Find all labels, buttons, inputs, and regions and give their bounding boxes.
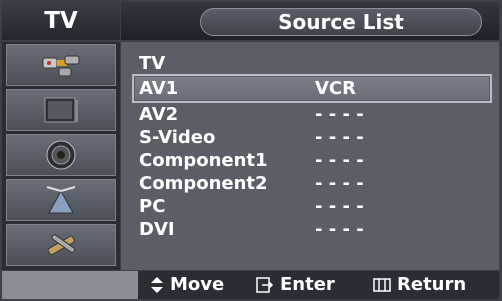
source-value: VCR <box>315 78 357 99</box>
enter-hint: Enter <box>256 271 335 299</box>
picture-icon <box>39 94 83 126</box>
source-name: PC <box>139 196 166 217</box>
sound-speaker-icon <box>39 138 83 172</box>
footer-bar: Move Enter Return <box>2 271 499 299</box>
source-item-component1[interactable]: Component1 - - - - <box>139 149 489 172</box>
mode-label: TV <box>2 2 120 40</box>
source-value: - - - - <box>315 219 364 240</box>
menu-title: Source List <box>200 8 482 36</box>
sidebar-item-picture[interactable] <box>6 89 116 131</box>
return-icon <box>373 278 391 292</box>
source-list: TV AV1 VCR AV2 - - - - S-Video - - - - C… <box>121 42 499 270</box>
source-item-s-video[interactable]: S-Video - - - - <box>139 126 489 149</box>
input-plug-icon <box>39 50 83 80</box>
source-item-tv[interactable]: TV <box>139 52 489 75</box>
source-value: - - - - <box>315 196 364 217</box>
source-name: AV2 <box>139 104 179 125</box>
enter-icon <box>256 277 274 293</box>
source-item-av1[interactable]: AV1 VCR <box>132 74 492 103</box>
footer-hints: Move Enter Return <box>138 271 499 299</box>
source-name: Component1 <box>139 150 268 171</box>
source-item-pc[interactable]: PC - - - - <box>139 195 489 218</box>
source-value: - - - - <box>315 127 364 148</box>
return-hint: Return <box>373 271 466 299</box>
source-item-dvi[interactable]: DVI - - - - <box>139 218 489 241</box>
sidebar-item-setup[interactable] <box>6 224 116 266</box>
move-label: Move <box>170 274 225 295</box>
sidebar-item-channel[interactable] <box>6 179 116 221</box>
source-name: DVI <box>139 219 175 240</box>
source-name: Component2 <box>139 173 268 194</box>
source-name: AV1 <box>139 78 179 99</box>
move-hint: Move <box>150 271 224 299</box>
source-name: S-Video <box>139 127 216 148</box>
sidebar-item-input[interactable] <box>6 44 116 86</box>
source-value: - - - - <box>315 104 364 125</box>
enter-label: Enter <box>280 274 335 295</box>
up-down-arrow-icon <box>150 276 164 294</box>
source-value: - - - - <box>315 173 364 194</box>
sidebar-item-sound[interactable] <box>6 134 116 176</box>
channel-antenna-icon <box>39 183 83 217</box>
setup-tools-icon <box>39 228 83 262</box>
return-label: Return <box>397 274 467 295</box>
source-item-component2[interactable]: Component2 - - - - <box>139 172 489 195</box>
source-value: - - - - <box>315 150 364 171</box>
sidebar <box>2 42 120 270</box>
source-item-av2[interactable]: AV2 - - - - <box>139 103 489 126</box>
source-name: TV <box>139 53 166 74</box>
